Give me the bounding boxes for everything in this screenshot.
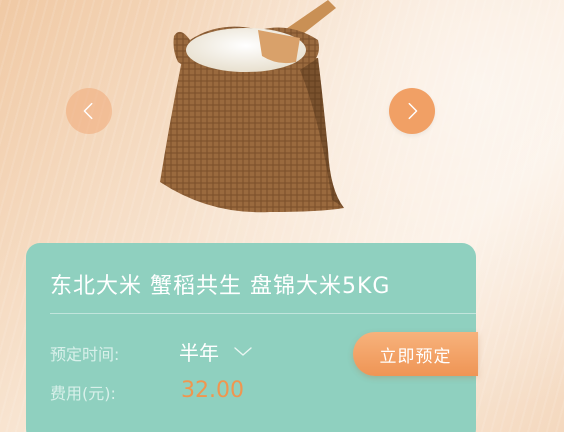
reserve-time-value: 半年 [179,341,219,365]
chevron-down-icon [234,346,252,356]
reserve-time-select[interactable]: 半年 [179,337,253,366]
divider [50,313,476,314]
chevron-left-icon [83,102,93,120]
reserve-time-label: 预定时间: [50,345,120,364]
chevron-right-icon [408,102,418,120]
reserve-now-button[interactable]: 立即预定 [353,332,478,376]
carousel-next-button[interactable] [389,88,435,134]
fee-label: 费用(元): [50,384,116,403]
price-value: 32.00 [181,378,244,403]
carousel-prev-button[interactable] [66,88,112,134]
product-card: 东北大米 蟹稻共生 盘锦大米5KG 预定时间: 半年 费用(元): 32.00 … [26,243,478,432]
product-title: 东北大米 蟹稻共生 盘锦大米5KG [50,274,391,299]
product-image [160,0,344,213]
